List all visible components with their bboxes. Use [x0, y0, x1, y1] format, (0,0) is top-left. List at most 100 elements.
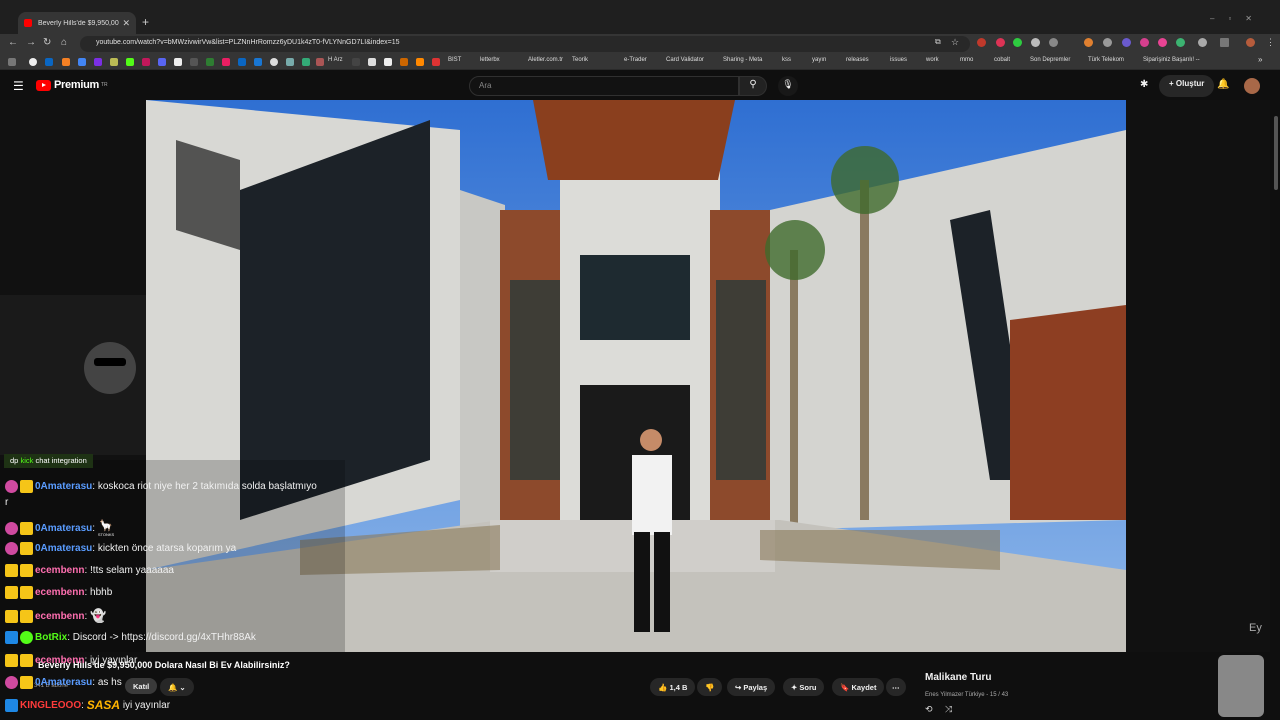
channel-watermark[interactable]: Ey	[1249, 622, 1262, 634]
bookmark-folder-releases[interactable]: releases	[846, 57, 869, 63]
dislike-button[interactable]: 👎	[697, 678, 723, 696]
bookmark-icon[interactable]	[254, 58, 262, 66]
extension-icon[interactable]	[1140, 38, 1149, 47]
bookmark-icon[interactable]	[302, 58, 310, 66]
bookmark-icon[interactable]	[62, 58, 70, 66]
ask-button[interactable]: ✦ Soru	[783, 678, 825, 696]
bookmark-icon[interactable]	[206, 58, 214, 66]
extension-icon[interactable]	[1084, 38, 1093, 47]
extension-icon[interactable]	[1031, 38, 1040, 47]
browser-menu-icon[interactable]: ⋮	[1266, 37, 1275, 48]
hamburger-menu-icon[interactable]: ☰	[13, 79, 24, 93]
bookmark-icon[interactable]	[190, 58, 198, 66]
bookmark-siparis[interactable]: Siparişiniz Başarılı! --	[1143, 57, 1200, 63]
loop-icon[interactable]: ⟲	[925, 704, 933, 715]
x-twitter-icon[interactable]	[174, 58, 182, 66]
search-input[interactable]: Ara	[469, 76, 739, 96]
bookmark-folder-issues[interactable]: issues	[890, 57, 907, 63]
like-button[interactable]: 👍 1,4 B	[650, 678, 696, 696]
notifications-bell-icon[interactable]: 🔔	[1217, 79, 1229, 90]
window-controls[interactable]: –▫✕	[1210, 14, 1266, 23]
more-bookmarks-icon[interactable]: »	[1258, 55, 1262, 64]
bookmark-etrader[interactable]: e-Trader	[624, 57, 647, 63]
extension-icon[interactable]	[996, 38, 1005, 47]
chat-username: ecembenn	[35, 610, 85, 622]
page-scrollbar[interactable]	[1272, 100, 1280, 720]
forward-icon[interactable]: →	[26, 37, 36, 48]
extension-icon[interactable]	[1049, 38, 1058, 47]
share-button[interactable]: ↪ Paylaş	[727, 678, 776, 696]
bookmark-icon[interactable]	[270, 58, 278, 66]
bookmark-icon[interactable]	[316, 58, 324, 66]
bookmark-star-icon[interactable]: ☆	[951, 37, 959, 48]
playlist-panel[interactable]: Malikane Turu Enes Yilmazer Türkiye - 15…	[917, 658, 1217, 720]
more-actions-button[interactable]: ⋯	[886, 678, 906, 696]
bookmark-icon[interactable]	[352, 58, 360, 66]
bookmark-icon[interactable]	[400, 58, 408, 66]
bookmark-icon[interactable]	[78, 58, 86, 66]
extension-icon[interactable]	[1158, 38, 1167, 47]
puzzle-icon[interactable]: ✱	[1140, 79, 1148, 90]
playlist-thumbnail[interactable]	[1218, 655, 1264, 717]
sidebar-icon[interactable]	[1220, 38, 1229, 47]
search-button[interactable]: ⚲	[739, 76, 767, 96]
bookmark-icon[interactable]	[286, 58, 294, 66]
voice-search-button[interactable]: 🎙	[778, 76, 798, 96]
extension-icon[interactable]	[1103, 38, 1112, 47]
logo-text: Premium	[54, 79, 99, 91]
bookmark-icon[interactable]	[416, 58, 424, 66]
video-player[interactable]	[0, 100, 1270, 652]
bookmark-icon[interactable]	[94, 58, 102, 66]
github-icon[interactable]	[29, 58, 37, 66]
bookmark-icon[interactable]	[222, 58, 230, 66]
bookmark-h-arz[interactable]: H Arz	[328, 57, 343, 63]
tiktok-icon[interactable]	[384, 58, 392, 66]
back-icon[interactable]: ←	[8, 37, 18, 48]
shuffle-icon[interactable]: ⤨	[945, 704, 952, 715]
bookmark-icon[interactable]	[368, 58, 376, 66]
bookmark-bist[interactable]: BIST	[448, 57, 461, 63]
browser-tab-strip: Beverly Hills'de $9,950,000 Dol ✕ + –▫✕	[0, 0, 1280, 34]
extension-icon[interactable]	[1176, 38, 1185, 47]
extensions-puzzle-icon[interactable]	[1198, 38, 1207, 47]
bookmark-icon[interactable]	[238, 58, 246, 66]
scrollbar-thumb[interactable]	[1274, 116, 1278, 190]
bookmark-folder-work[interactable]: work	[926, 57, 939, 63]
bookmark-teorik[interactable]: Teorik	[572, 57, 588, 63]
save-button[interactable]: 🔖 Kaydet	[832, 678, 885, 696]
home-icon[interactable]: ⌂	[61, 37, 67, 48]
profile-avatar-icon[interactable]	[1246, 38, 1255, 47]
address-bar[interactable]: youtube.com/watch?v=bMWzivwirVw&list=PLZ…	[80, 36, 970, 52]
bookmark-folder-yayin[interactable]: yayın	[812, 57, 826, 63]
bookmark-icon[interactable]	[110, 58, 118, 66]
extension-icon[interactable]	[977, 38, 986, 47]
notification-toggle-button[interactable]: 🔔 ⌄	[160, 678, 194, 696]
bookmark-son-depremler[interactable]: Son Depremler	[1030, 57, 1070, 63]
extension-icon[interactable]	[1013, 38, 1022, 47]
bookmark-icon[interactable]	[158, 58, 166, 66]
create-button[interactable]: + Oluştur	[1159, 75, 1215, 97]
reload-icon[interactable]: ↻	[43, 37, 51, 48]
apps-icon[interactable]	[8, 58, 16, 66]
join-button[interactable]: Katıl	[125, 678, 158, 694]
kick-icon[interactable]	[126, 58, 134, 66]
bookmark-icon[interactable]	[142, 58, 150, 66]
chat-text: koskoca riot niye her 2 takımıda solda b…	[97, 481, 317, 492]
bookmark-aletler[interactable]: Aletler.com.tr	[528, 57, 563, 63]
bookmark-icon[interactable]	[432, 58, 440, 66]
bookmark-cobalt[interactable]: cobalt	[994, 57, 1010, 63]
linkedin-icon[interactable]	[45, 58, 53, 66]
account-avatar[interactable]	[1244, 78, 1260, 94]
browser-tab[interactable]: Beverly Hills'de $9,950,000 Dol ✕	[18, 12, 136, 34]
install-icon[interactable]: ⧉	[935, 37, 941, 47]
bookmark-folder-mmo[interactable]: mmo	[960, 57, 973, 63]
bookmark-card-validator[interactable]: Card Validator	[666, 57, 704, 63]
bookmark-letterbx[interactable]: letterbx	[480, 57, 500, 63]
bookmark-folder-kss[interactable]: kss	[782, 57, 791, 63]
youtube-premium-logo[interactable]: Premium TR	[36, 79, 108, 91]
bookmark-sharing-meta[interactable]: Sharing - Meta	[723, 57, 762, 63]
extension-icon[interactable]	[1122, 38, 1131, 47]
new-tab-button[interactable]: +	[142, 15, 149, 29]
bookmark-turk-telekom[interactable]: Türk Telekom	[1088, 57, 1124, 63]
close-tab-icon[interactable]: ✕	[122, 18, 130, 29]
